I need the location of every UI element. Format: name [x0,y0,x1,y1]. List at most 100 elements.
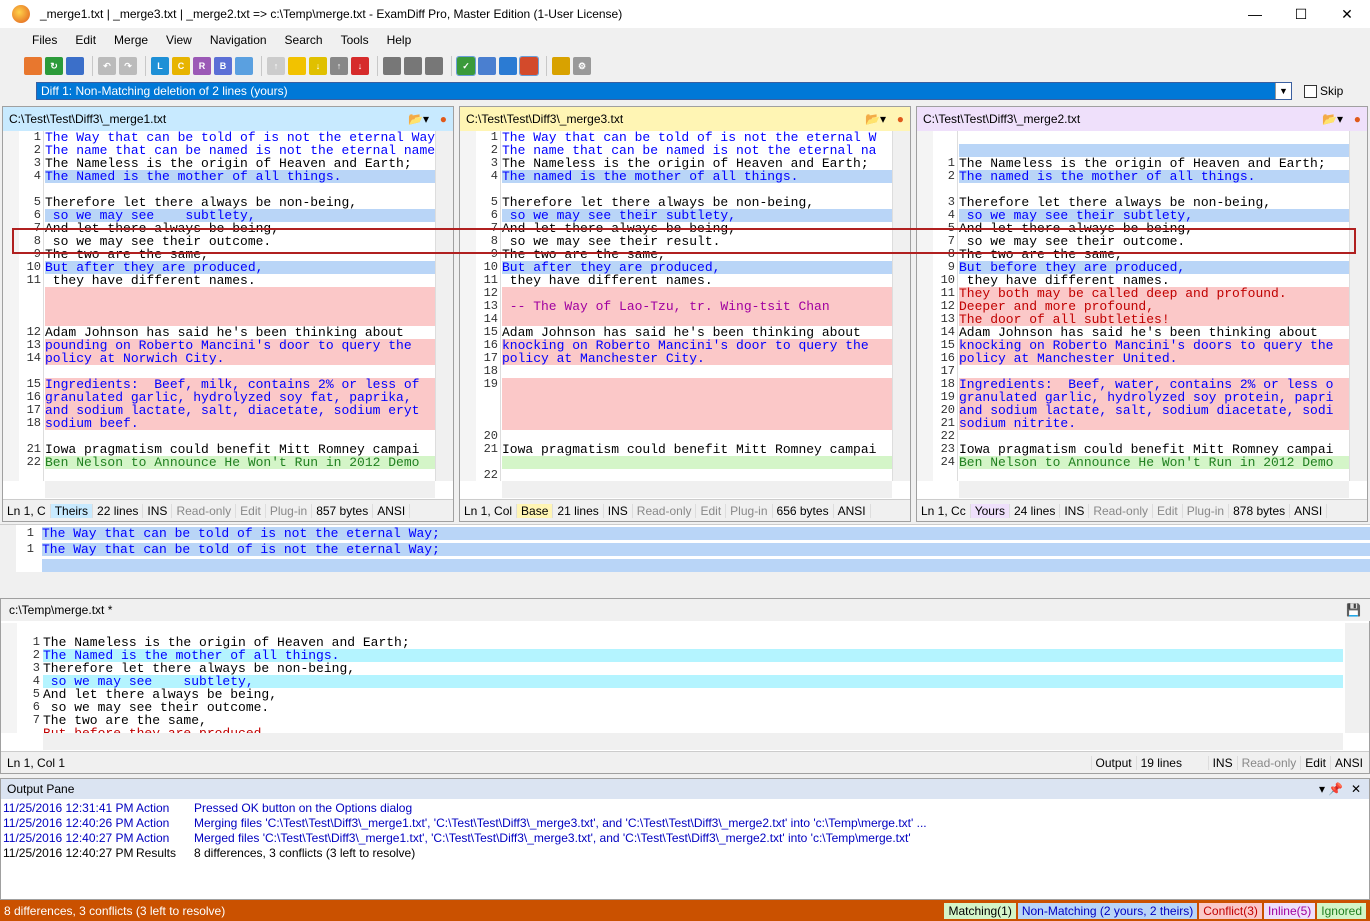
line-number [19,300,43,313]
pin-icon[interactable]: 📌 [1328,779,1343,799]
pane-yours-hscrollbar[interactable] [959,481,1349,498]
output-code[interactable]: The Nameless is the origin of Heaven and… [43,623,1343,733]
output-log-header: Output Pane ▾ 📌 ✕ [1,779,1369,799]
find-next-icon[interactable] [404,57,422,75]
log-row[interactable]: 11/25/2016 12:40:27 PM Action Merged files… [3,831,1353,846]
find-icon[interactable] [383,57,401,75]
first-diff-icon[interactable]: ↑ [267,57,285,75]
output-vscrollbar[interactable] [1345,623,1369,733]
code-line: and sodium lactate, salt, sodium diaceta… [959,404,1349,417]
skip-toggle[interactable]: Skip [1304,84,1343,98]
diff-selector[interactable]: Diff 1: Non-Matching deletion of 2 lines… [36,82,1292,100]
app-small-icon[interactable]: ● [1354,107,1361,131]
output-file-icon[interactable]: B [214,57,232,75]
app-small-icon[interactable]: ● [440,107,447,131]
maximize-icon[interactable]: ☐ [1278,0,1324,28]
last-diff-icon[interactable]: ↓ [351,57,369,75]
pane-base-line-numbers: 1 2 3 4 5 6 7 8 9 10 11 12 13 14 15 16 17 18 19 20 21 22 [476,131,501,481]
checkbox-toggle-icon[interactable]: ✓ [456,56,476,76]
pane-theirs-vscrollbar[interactable] [435,131,453,481]
pane-yours-vscrollbar[interactable] [1349,131,1367,481]
code-line: so we may see their outcome. [45,235,272,248]
splitter[interactable] [0,572,1370,598]
open-file-icon[interactable]: 📂▾ [408,107,429,131]
current-diff-icon[interactable] [288,57,306,75]
pane-base-hscrollbar[interactable] [502,481,892,498]
menu-files[interactable]: Files [32,33,57,47]
view-options-icon[interactable] [478,57,496,75]
open-file-icon[interactable]: 📂▾ [1322,107,1343,131]
pane-base-body[interactable]: 1 2 3 4 5 6 7 8 9 10 11 12 13 14 15 16 17 18 19 20 21 22 The … [460,131,910,481]
find-prev-icon[interactable] [425,57,443,75]
menu-view[interactable]: View [166,33,192,47]
code-line [502,287,892,300]
pane-theirs-body[interactable]: 1 2 3 4 5 6 7 8 9 10 11 12 13 14 15 16 17 18 21 22 The Way … [3,131,453,481]
code-line: Ben Nelson to Announce He Won't Run in 2… [45,456,435,469]
pane-theirs[interactable]: C:\Test\Test\Diff3\_merge1.txt 📂▾ ● 1234… [2,106,454,522]
image-icon[interactable] [235,57,253,75]
minimize-icon[interactable]: — [1232,0,1278,28]
pane-yours-code[interactable]: The Nameless is the origin of Heaven and… [959,131,1349,481]
legend-nonmatching[interactable]: Non-Matching (2 yours, 2 theirs) [1017,902,1198,919]
log-row[interactable]: 11/25/2016 12:40:27 PM Results 8 differenc… [3,846,1353,861]
diff-selector-value: Diff 1: Non-Matching deletion of 2 lines… [41,84,288,98]
pane-yours[interactable]: C:\Test\Test\Diff3\_merge2.txt 📂▾ ● 1234… [916,106,1368,522]
edit-flag: Edit [236,503,266,518]
legend-ignored[interactable]: Ignored [1317,902,1366,919]
prev-diff-icon[interactable]: ↑ [330,57,348,75]
compare-icon[interactable] [24,57,42,75]
right-file-icon[interactable]: R [193,57,211,75]
line-number: 21 [483,442,498,456]
code-line: Therefore let there always be non-being, [45,196,358,209]
menu-help[interactable]: Help [387,33,412,47]
refresh-icon[interactable]: ↻ [45,57,63,75]
pane-base[interactable]: C:\Test\Test\Diff3\_merge3.txt 📂▾ ● 1234… [459,106,911,522]
menu-navigation[interactable]: Navigation [210,33,267,47]
next-diff-icon[interactable]: ↓ [309,57,327,75]
encoding: ANSI [1329,755,1369,770]
undo-icon[interactable]: ↶ [98,57,116,75]
log-row[interactable]: 11/25/2016 12:40:26 PM Action Merging file… [3,816,1353,831]
redo-icon[interactable]: ↷ [119,57,137,75]
pane-theirs-code[interactable]: The Way that can be told of is not the e… [45,131,435,481]
save-icon[interactable]: 💾 [1346,599,1361,621]
left-file-icon[interactable]: L [151,57,169,75]
sync-icon[interactable] [519,56,539,76]
options-gear-icon[interactable]: ⚙ [573,57,591,75]
skip-checkbox[interactable] [1304,84,1317,98]
report-icon[interactable] [552,57,570,75]
app-small-icon[interactable]: ● [897,107,904,131]
code-line: Iowa pragmatism could benefit Mitt Romne… [502,443,877,456]
ins-mode: INS [1207,755,1237,770]
code-line: Ingredients: Beef, milk, contains 2% or … [45,378,435,391]
close-icon[interactable]: ✕ [1324,0,1370,28]
plugin-icon[interactable] [499,57,517,75]
menu-merge[interactable]: Merge [114,33,148,47]
pane-theirs-hscrollbar[interactable] [45,481,435,498]
pane-base-code[interactable]: The Way that can be told of is not the e… [502,131,892,481]
save-icon[interactable] [66,57,84,75]
menu-search[interactable]: Search [285,33,323,47]
legend-inline[interactable]: Inline(5) [1263,902,1316,919]
center-file-icon[interactable]: C [172,57,190,75]
output-file-pane[interactable]: c:\Temp\merge.txt * 💾 1234567 The Namele… [0,598,1370,774]
output-log-pane[interactable]: Output Pane ▾ 📌 ✕ 11/25/2016 12:31:41 PM… [0,778,1370,900]
ins-mode: INS [1060,503,1090,518]
chevron-down-icon[interactable]: ▼ [1275,83,1291,99]
close-icon[interactable]: ✕ [1351,779,1361,799]
menu-edit[interactable]: Edit [75,33,96,47]
pane-base-vscrollbar[interactable] [892,131,910,481]
code-line: And let there always be being, [959,222,1194,235]
open-file-icon[interactable]: 📂▾ [865,107,886,131]
line-compare-pane[interactable]: 1 The Way that can be told of is not the… [0,524,1370,573]
dropdown-icon[interactable]: ▾ [1319,779,1325,799]
readonly-flag: Read-only [1236,755,1301,770]
menu-tools[interactable]: Tools [341,33,369,47]
output-hscrollbar[interactable] [43,733,1343,750]
code-line: The two are the same, [45,248,209,261]
pane-yours-body[interactable]: 1 2 3 4 5 7 8 9 10 11 12 13 14 15 16 17 18 19 20 21 22 23 24 T… [917,131,1367,481]
line-number: 24 [940,455,955,469]
legend-conflict[interactable]: Conflict(3) [1199,902,1262,919]
legend-matching[interactable]: Matching(1) [944,902,1016,919]
log-row[interactable]: 11/25/2016 12:31:41 PM Action Pressed OK b… [3,801,1353,816]
